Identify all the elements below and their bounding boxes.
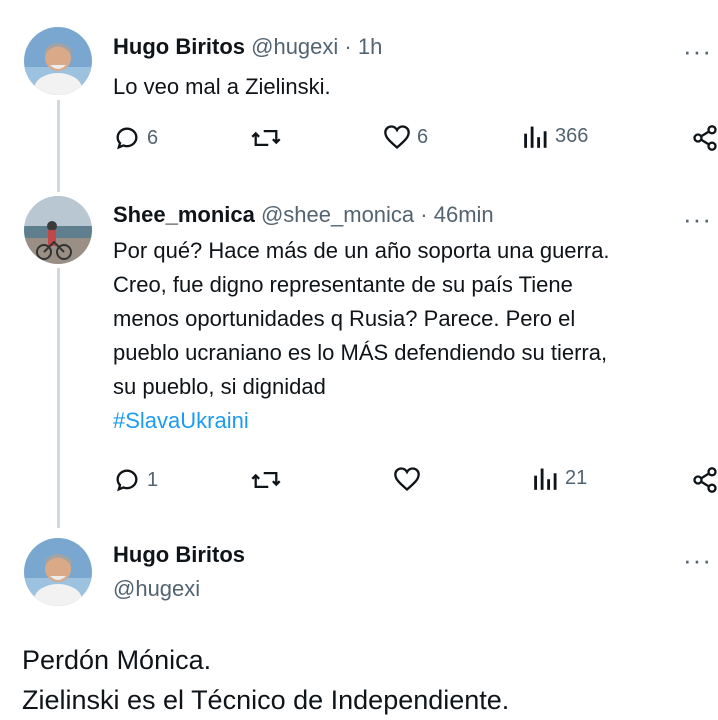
views-icon (534, 468, 557, 490)
reply-button[interactable]: 6 (113, 124, 158, 152)
tweet-header: Hugo Biritos (113, 542, 245, 568)
reply-count: 6 (147, 126, 159, 149)
more-icon[interactable]: ··· (683, 206, 712, 232)
tweet-header: Shee_monica @shee_monica · 46min (113, 202, 494, 228)
share-icon (693, 125, 717, 151)
tweet-text-line: Lo veo mal a Zielinski. (113, 74, 331, 99)
tweet-text-line: Zielinski es el Técnico de Independiente… (22, 685, 510, 715)
views-icon (524, 126, 547, 148)
display-name[interactable]: Hugo Biritos (113, 542, 245, 567)
tweet-text-line: su pueblo, si dignidad (113, 374, 326, 399)
views-button[interactable]: 21 (533, 466, 587, 490)
reply-button[interactable]: 1 (113, 466, 158, 494)
views-button[interactable]: 366 (523, 124, 588, 148)
action-bar: 1 21 (113, 466, 717, 496)
action-bar: 6 6 366 (113, 124, 717, 154)
tweet-text: Perdón Mónica. Zielinski es el Técnico d… (22, 640, 509, 720)
avatar[interactable] (24, 196, 92, 264)
tweet-header: Hugo Biritos @hugexi · 1h (113, 34, 382, 60)
retweet-button[interactable] (250, 466, 282, 494)
share-icon (693, 467, 717, 493)
more-icon[interactable]: ··· (683, 547, 712, 573)
like-button[interactable]: 6 (383, 124, 428, 150)
reply-count: 1 (147, 468, 159, 491)
user-handle[interactable]: @shee_monica (261, 202, 414, 227)
more-icon[interactable]: ··· (683, 38, 712, 64)
retweet-button[interactable] (250, 124, 282, 152)
user-handle[interactable]: @hugexi (251, 34, 338, 59)
display-name[interactable]: Shee_monica (113, 202, 255, 227)
thread-connector (57, 100, 60, 192)
like-button[interactable] (393, 466, 421, 492)
share-button[interactable] (691, 466, 718, 494)
reply-icon (116, 127, 138, 150)
display-name[interactable]: Hugo Biritos (113, 34, 245, 59)
views-count: 366 (555, 124, 589, 147)
tweet-text-line: menos oportunidades q Rusia? Parece. Per… (113, 306, 576, 331)
tweet-text-line: Por qué? Hace más de un año soporta una … (113, 238, 610, 263)
timestamp[interactable]: · 46min (420, 202, 493, 227)
user-handle[interactable]: @hugexi (113, 576, 200, 602)
tweet-text-line: Creo, fue digno representante de su país… (113, 272, 573, 297)
views-count: 21 (565, 466, 588, 489)
like-icon (384, 125, 410, 150)
like-icon (394, 467, 420, 492)
avatar[interactable] (24, 27, 92, 95)
reply-icon (116, 469, 138, 492)
avatar[interactable] (24, 538, 92, 606)
tweet-text: Lo veo mal a Zielinski. (113, 70, 703, 104)
share-button[interactable] (691, 124, 718, 152)
hashtag-link[interactable]: #SlavaUkraini (113, 408, 249, 433)
retweet-icon (251, 472, 281, 488)
tweet-text-line: Perdón Mónica. (22, 645, 212, 675)
tweet-text: Por qué? Hace más de un año soporta una … (113, 234, 703, 438)
like-count: 6 (417, 125, 429, 148)
tweet-text-line: pueblo ucraniano es lo MÁS defendiendo s… (113, 340, 608, 365)
thread-connector (57, 268, 60, 528)
timestamp[interactable]: · 1h (344, 34, 382, 59)
retweet-icon (251, 130, 281, 146)
